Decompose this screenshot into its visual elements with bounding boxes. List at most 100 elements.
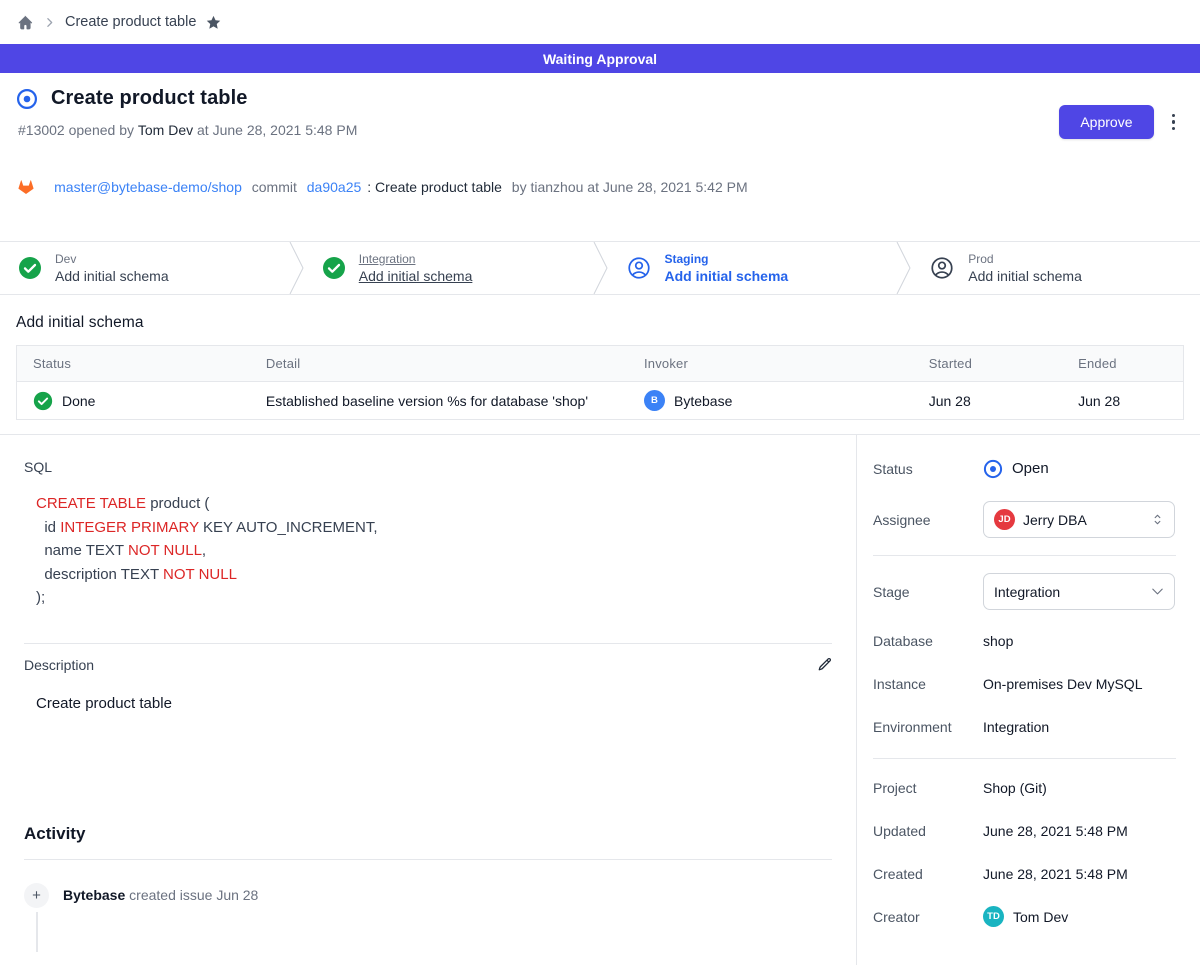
project-label: Project (873, 780, 983, 796)
approval-banner-text: Waiting Approval (543, 51, 657, 67)
commit-meta: by tianzhou at June 28, 2021 5:42 PM (508, 179, 748, 195)
issue-title: Create product table (51, 87, 247, 110)
sql-label: SQL (24, 459, 832, 475)
project-value: Shop (Git) (983, 780, 1047, 796)
stage-select[interactable]: Integration (983, 573, 1175, 610)
stage-env-label: Staging (665, 252, 789, 266)
timeline-line (36, 912, 38, 952)
commit-word: commit (248, 179, 301, 195)
kebab-menu-icon[interactable] (1169, 110, 1179, 135)
assignee-select[interactable]: JD Jerry DBA (983, 501, 1175, 538)
commit-info: master@bytebase-demo/shop commit da90a25… (17, 146, 1184, 228)
environment-value: Integration (983, 719, 1049, 735)
updated-value: June 28, 2021 5:48 PM (983, 823, 1128, 839)
creator-value: Tom Dev (1013, 909, 1068, 925)
environment-label: Environment (873, 719, 983, 735)
commit-title: : Create product table (367, 179, 502, 195)
gitlab-icon (17, 146, 48, 228)
database-value: shop (983, 633, 1013, 649)
assignee-label: Assignee (873, 512, 983, 528)
creator-label: Creator (873, 909, 983, 925)
stage-pending-user-icon (929, 255, 955, 281)
status-label: Status (873, 461, 983, 477)
stage-env-link[interactable]: Integration (359, 252, 473, 266)
activity-heading: Activity (24, 824, 832, 844)
description-label: Description (24, 657, 94, 673)
stage-pending-user-icon (626, 255, 652, 281)
created-value: June 28, 2021 5:48 PM (983, 866, 1128, 882)
stage-done-icon (18, 256, 42, 280)
sql-code-block: CREATE TABLE product ( id INTEGER PRIMAR… (36, 492, 832, 610)
stage-separator (896, 242, 911, 294)
col-ended: Ended (1062, 346, 1183, 382)
invoker-avatar: B (644, 390, 665, 411)
issue-sidebar: Status Open Assignee JD Jerry DBA (857, 435, 1200, 965)
col-status: Status (17, 346, 250, 382)
approval-banner: Waiting Approval (0, 44, 1200, 73)
task-started-date: Jun 28 (913, 382, 1062, 420)
divider (873, 555, 1176, 556)
stage-done-icon (322, 256, 346, 280)
approve-button[interactable]: Approve (1059, 105, 1153, 139)
updated-label: Updated (873, 823, 983, 839)
divider (24, 859, 832, 860)
commit-hash-link[interactable]: da90a25 (307, 179, 362, 195)
divider (873, 758, 1176, 759)
breadcrumb-chevron-icon (43, 16, 56, 29)
stage-task-link[interactable]: Add initial schema (359, 268, 473, 284)
issue-body: SQL CREATE TABLE product ( id INTEGER PR… (0, 435, 857, 965)
instance-value: On-premises Dev MySQL (983, 676, 1142, 692)
issue-open-icon (16, 88, 38, 110)
breadcrumb-current: Create product table (65, 14, 196, 30)
pipeline-stage-staging[interactable]: Staging Add initial schema (608, 242, 897, 294)
plus-icon: + (24, 883, 49, 908)
edit-pencil-icon[interactable] (815, 657, 832, 674)
stage-env-label: Prod (968, 252, 1082, 266)
task-table: Status Detail Invoker Started Ended Done (16, 345, 1184, 420)
database-label: Database (873, 633, 983, 649)
issue-author: Tom Dev (138, 122, 193, 138)
assignee-avatar: JD (994, 509, 1015, 530)
col-detail: Detail (250, 346, 628, 382)
activity-action: created issue Jun 28 (125, 887, 258, 903)
bytebase-issue-page: Create product table Waiting Approval Cr… (0, 0, 1200, 965)
divider (24, 643, 832, 644)
task-detail-text: Established baseline version %s for data… (250, 382, 628, 420)
issue-meta: #13002 opened by Tom Dev at June 28, 202… (18, 122, 1184, 138)
chevron-down-icon (1150, 584, 1165, 599)
stage-task-label: Add initial schema (968, 268, 1082, 284)
instance-label: Instance (873, 676, 983, 692)
task-done-icon (33, 391, 53, 411)
task-heading: Add initial schema (16, 314, 1184, 332)
status-value: Open (1012, 460, 1049, 477)
stage-env-label: Dev (55, 252, 169, 266)
task-row[interactable]: Done Established baseline version %s for… (17, 382, 1184, 420)
task-section: Add initial schema Status Detail Invoker… (0, 295, 1200, 434)
activity-item: + Bytebase created issue Jun 28 (24, 883, 832, 908)
stage-separator (289, 242, 304, 294)
branch-link[interactable]: master@bytebase-demo/shop (54, 179, 242, 195)
pipeline-stage-prod[interactable]: Prod Add initial schema (911, 242, 1200, 294)
pipeline-stage-integration[interactable]: Integration Add initial schema (304, 242, 593, 294)
col-started: Started (913, 346, 1062, 382)
pipeline-stage-dev[interactable]: Dev Add initial schema (0, 242, 289, 294)
chevron-up-down-icon (1150, 512, 1165, 527)
stage-label: Stage (873, 584, 983, 600)
pipeline-stage-bar: Dev Add initial schema Integration Add i… (0, 241, 1200, 295)
breadcrumb: Create product table (0, 0, 1200, 44)
task-table-header: Status Detail Invoker Started Ended (17, 346, 1184, 382)
home-icon[interactable] (16, 13, 34, 31)
issue-header: Create product table Approve #13002 open… (0, 73, 1200, 241)
task-status-text: Done (62, 393, 95, 409)
stage-separator (593, 242, 608, 294)
star-icon[interactable] (205, 14, 222, 31)
task-ended-date: Jun 28 (1062, 382, 1183, 420)
stage-task-label: Add initial schema (55, 268, 169, 284)
stage-task-label: Add initial schema (665, 268, 789, 284)
issue-number-text: #13002 opened by (18, 122, 138, 138)
issue-opened-time: at June 28, 2021 5:48 PM (193, 122, 357, 138)
invoker-name: Bytebase (674, 393, 732, 409)
stage-value: Integration (994, 584, 1142, 600)
status-open-icon (983, 459, 1003, 479)
description-text: Create product table (36, 695, 832, 712)
